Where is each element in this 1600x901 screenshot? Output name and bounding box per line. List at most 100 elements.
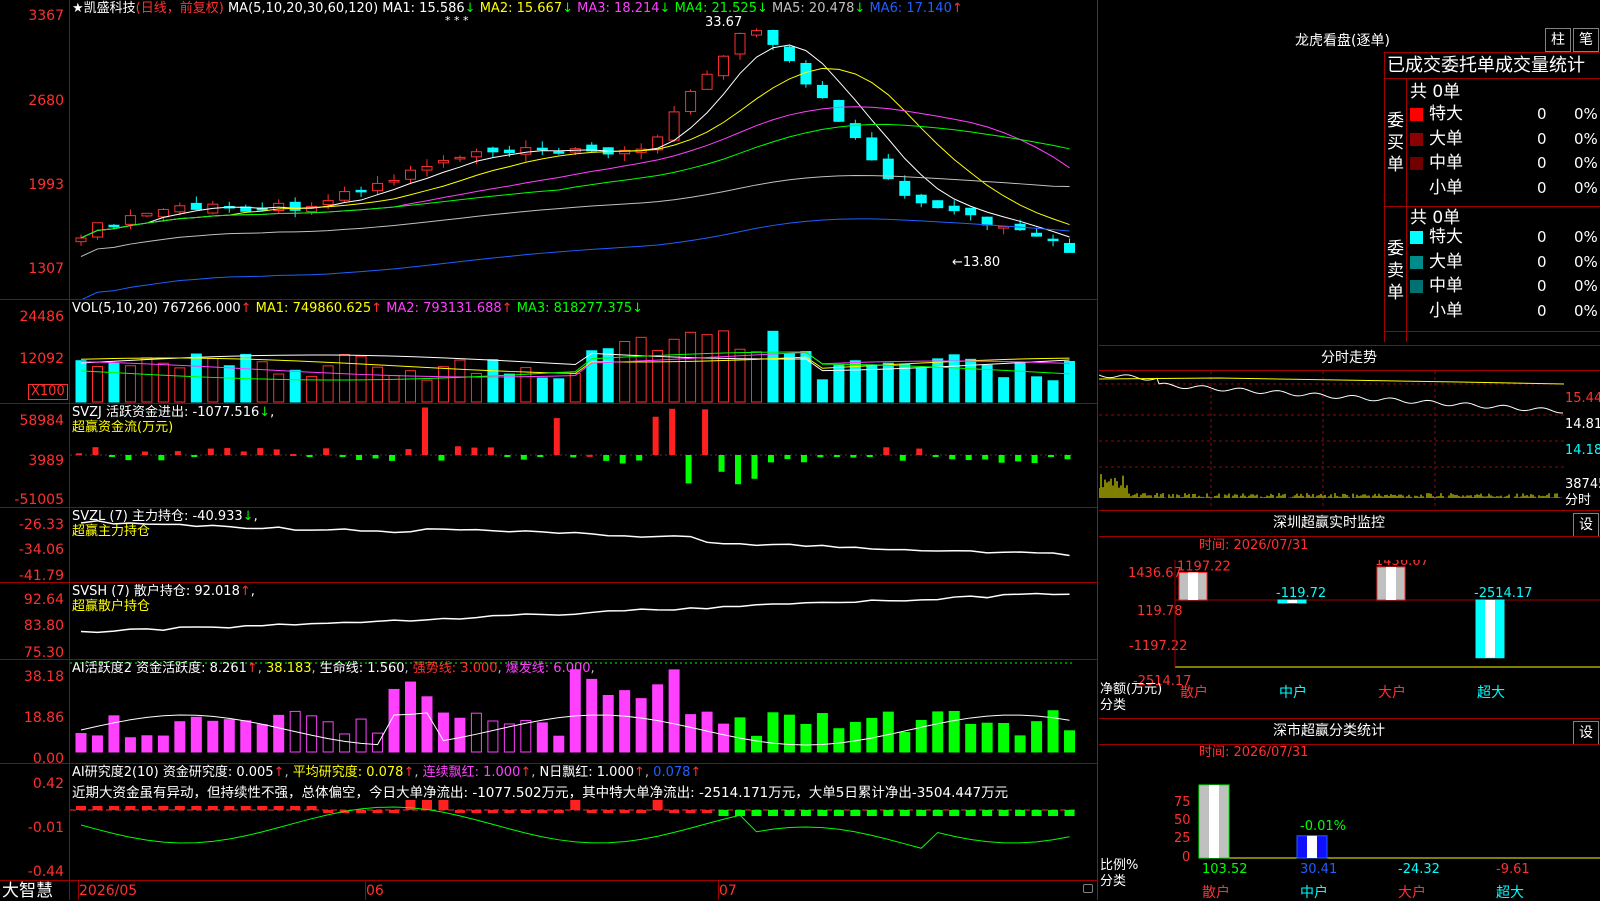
intraday-unit: 分时 <box>1565 493 1592 508</box>
volume-bar <box>256 361 268 403</box>
order-row: 小单 <box>1410 302 1463 320</box>
classify-settings-button[interactable]: 设 <box>1573 721 1599 745</box>
order-pct: 0% <box>1574 252 1598 271</box>
research-bar <box>92 806 103 810</box>
research-bar <box>949 810 960 816</box>
volume-bar <box>569 373 581 403</box>
volume-bar <box>339 354 351 403</box>
color-swatch <box>1410 280 1423 293</box>
order-row: 小单 <box>1410 179 1463 197</box>
research-bar <box>850 810 861 816</box>
flow-bar <box>290 454 297 457</box>
candle <box>932 200 944 209</box>
research-bar <box>1015 810 1026 816</box>
research-bar <box>916 810 927 816</box>
research-bar <box>784 810 795 816</box>
classify-bar-value: -9.61 <box>1496 862 1530 877</box>
volume-bar <box>536 377 548 403</box>
price-axis-label: 1307 <box>28 261 64 277</box>
main-position-line <box>80 520 1070 557</box>
monitor-settings-button[interactable]: 设 <box>1573 513 1599 537</box>
research-bar <box>174 806 185 810</box>
monitor-title: 深圳超赢实时监控 <box>1273 515 1385 531</box>
candlestick-chart[interactable] <box>70 14 1097 299</box>
color-swatch <box>1410 157 1423 170</box>
right-panel: 龙虎看盘(逐单) 柱 笔 已成交委托单成交量统计 委买单 委卖单 共 0单 特大… <box>1099 0 1600 900</box>
flow-bar <box>108 455 115 457</box>
activity-bar <box>899 731 911 753</box>
flow-bar <box>570 455 577 458</box>
candle <box>355 189 367 193</box>
research-bar <box>833 810 844 816</box>
volume-bar <box>701 334 713 403</box>
main-chart-area[interactable]: 3367 2680 1993 1307 ★凯盛科技(日线，前复权) MA(5,1… <box>0 0 1098 900</box>
flow-bar <box>784 455 791 460</box>
volume-header: VOL(5,10,20) 767266.000↑ MA1: 749860.625… <box>72 301 644 316</box>
monitor-bar-value: -119.72 <box>1276 586 1326 601</box>
monitor-category-label: 中户 <box>1279 684 1307 701</box>
flow-bar <box>652 416 659 455</box>
candle <box>437 160 449 164</box>
candle <box>685 90 697 113</box>
intraday-chart[interactable] <box>1099 371 1564 508</box>
order-pct: 0% <box>1574 129 1598 148</box>
activity-bar <box>1014 735 1026 753</box>
candle <box>1047 238 1059 242</box>
activity-bar <box>75 733 87 753</box>
activity-bar <box>405 681 417 753</box>
order-count: 0 <box>1537 129 1547 148</box>
flow-bar <box>240 451 247 455</box>
flow-bar <box>207 448 214 455</box>
classify-category-label: 超大 <box>1496 885 1524 900</box>
lock-icon[interactable] <box>1083 884 1093 893</box>
app-logo[interactable]: 大智慧 <box>2 883 53 900</box>
research-bar <box>982 810 993 816</box>
flow-bar <box>932 455 939 457</box>
activity-bar <box>339 733 351 753</box>
research-bar <box>454 810 465 813</box>
activity-bar <box>141 735 153 753</box>
flow-bar <box>685 455 692 484</box>
volume-bar <box>767 330 779 403</box>
volume-bar <box>816 379 828 403</box>
activity-bar <box>454 717 466 753</box>
research-bar <box>1031 810 1042 816</box>
ai-active-chart[interactable] <box>70 660 1097 763</box>
volume-bar <box>619 341 631 403</box>
flow-bar <box>389 455 396 461</box>
flow-bar <box>372 455 379 459</box>
candle <box>915 194 927 204</box>
classify-chart[interactable]: 103.52 散户 30.41 中户 -24.32 大户 -9.61 超大 <box>1099 770 1600 900</box>
research-bar <box>257 806 268 810</box>
research-bar <box>570 800 581 810</box>
activity-bar <box>685 714 697 753</box>
volume-bar <box>322 365 334 403</box>
tick-mode-button[interactable]: 笔 <box>1573 28 1599 52</box>
candle <box>783 46 795 62</box>
flow-bar <box>586 454 593 457</box>
price-axis-label: 2680 <box>28 93 64 109</box>
candle <box>998 226 1010 229</box>
svsh-chart[interactable] <box>70 583 1097 659</box>
flow-bar <box>92 447 99 455</box>
candle <box>981 216 993 226</box>
flow-bar <box>504 455 511 457</box>
activity-bar <box>157 735 169 753</box>
monitor-chart[interactable]: 1197.22 散户 -119.72 中户 1436.67 大户 -2514.17 超大 <box>1099 560 1600 715</box>
volume-bar <box>1064 360 1076 403</box>
activity-bar <box>635 698 647 753</box>
longhu-tabs[interactable]: 已成交委托单成交量统计 <box>1387 57 1585 75</box>
classify-category-label: 散户 <box>1202 884 1230 900</box>
research-bar <box>504 810 515 813</box>
volume-bar <box>487 359 499 403</box>
ai-research-chart[interactable] <box>70 800 1097 880</box>
activity-bar <box>306 715 318 753</box>
volume-chart[interactable] <box>70 318 1097 403</box>
volume-bar <box>734 348 746 403</box>
flow-bar <box>603 455 610 461</box>
bar-mode-button[interactable]: 柱 <box>1545 28 1571 52</box>
svzl-chart[interactable] <box>70 508 1097 582</box>
activity-bar <box>816 713 828 753</box>
svzj-chart[interactable] <box>70 404 1097 507</box>
flow-bar <box>899 455 906 461</box>
